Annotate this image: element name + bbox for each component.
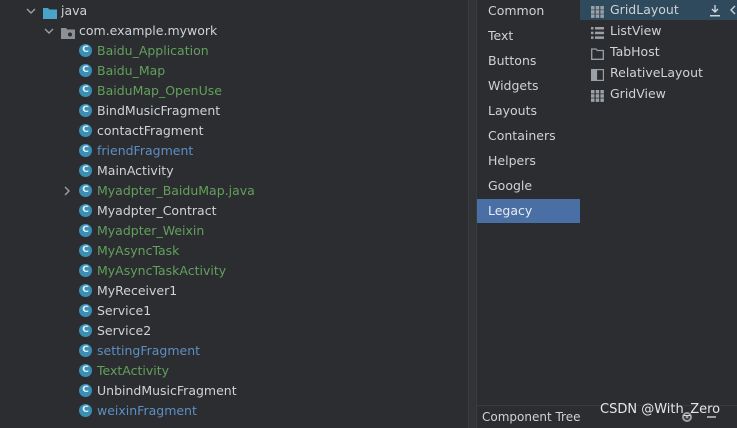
tree-row-class[interactable]: C UnbindMusicFragment (0, 381, 468, 401)
class-label: Baidu_Map (97, 63, 166, 78)
class-icon: C (79, 264, 92, 277)
class-icon: C (79, 104, 92, 117)
chevron-down-icon[interactable] (43, 25, 55, 37)
tree-row-class[interactable]: C Service1 (0, 301, 468, 321)
class-icon: C (79, 284, 92, 297)
category-buttons[interactable]: Buttons (477, 49, 580, 73)
class-icon: C (79, 384, 92, 397)
grid-layout-icon (591, 4, 604, 18)
palette-categories: Common Text Buttons Widgets Layouts Container… (477, 0, 580, 405)
tree-row-class[interactable]: C Baidu_Map (0, 61, 468, 81)
palette-item-gridview[interactable]: GridView (580, 84, 737, 104)
tree-row-class[interactable]: C BindMusicFragment (0, 101, 468, 121)
class-icon: C (79, 304, 92, 317)
folder-icon (43, 5, 57, 19)
palette-items: GridLayout ListView TabHost RelativeLayout G… (580, 0, 737, 405)
class-icon: C (79, 224, 92, 237)
tab-host-icon (591, 46, 604, 60)
chevron-right-icon[interactable] (61, 185, 73, 197)
class-label: TextActivity (97, 363, 170, 378)
tree-row-class[interactable]: C MyAsyncTask (0, 241, 468, 261)
class-icon: C (79, 64, 92, 77)
category-layouts[interactable]: Layouts (477, 99, 580, 123)
component-tree-label[interactable]: Component Tree (482, 410, 580, 424)
class-icon: C (79, 344, 92, 357)
relative-layout-icon (591, 67, 605, 82)
class-icon: C (79, 44, 92, 57)
tree-row-java-folder[interactable]: java (0, 1, 468, 21)
class-icon: C (79, 204, 92, 217)
class-label: Baidu_Application (97, 43, 209, 58)
category-legacy[interactable]: Legacy (477, 199, 580, 223)
project-tree-panel: java com.example.mywork C Baidu_Applicati… (0, 0, 468, 428)
category-google[interactable]: Google (477, 174, 580, 198)
java-folder-label: java (61, 3, 88, 18)
class-label: Myadpter_BaiduMap.java (97, 183, 255, 198)
palette-item-gridlayout[interactable]: GridLayout (580, 0, 737, 20)
class-label: settingFragment (97, 343, 201, 358)
class-label: Myadpter_Contract (97, 203, 217, 218)
class-icon: C (79, 164, 92, 177)
download-icon[interactable] (709, 3, 721, 17)
tree-row-class[interactable]: C Baidu_Application (0, 41, 468, 61)
palette-item-relativelayout[interactable]: RelativeLayout (580, 63, 737, 83)
tree-row-package[interactable]: com.example.mywork (0, 21, 468, 41)
tree-row-class[interactable]: CfriendFragment (0, 141, 468, 161)
class-icon: C (79, 364, 92, 377)
tree-row-class[interactable]: C TextActivity (0, 361, 468, 381)
palette-item-listview[interactable]: ListView (580, 21, 737, 41)
class-label: friendFragment (97, 143, 194, 158)
tree-row-class[interactable]: CweixinFragment (0, 401, 468, 421)
tree-row-class[interactable]: C BaiduMap_OpenUse (0, 81, 468, 101)
tree-row-class[interactable]: C Myadpter_Weixin (0, 221, 468, 241)
palette-item-label: TabHost (610, 44, 660, 59)
class-icon: C (79, 184, 92, 197)
class-label: Service1 (97, 303, 152, 318)
palette-item-label: GridLayout (610, 2, 679, 17)
tree-row-class[interactable]: C MyReceiver1 (0, 281, 468, 301)
grid-layout-icon (591, 88, 604, 102)
category-helpers[interactable]: Helpers (477, 149, 580, 173)
palette-item-label: ListView (610, 23, 662, 38)
category-widgets[interactable]: Widgets (477, 74, 580, 98)
class-label: BindMusicFragment (97, 103, 221, 118)
class-label: MyAsyncTask (97, 243, 180, 258)
tree-row-class[interactable]: CcontactFragment (0, 121, 468, 141)
tree-row-class[interactable]: CsettingFragment (0, 341, 468, 361)
category-common[interactable]: Common (477, 0, 580, 23)
tree-row-class[interactable]: C MainActivity (0, 161, 468, 181)
list-view-icon (591, 25, 604, 39)
class-label: Myadpter_Weixin (97, 223, 205, 238)
package-label: com.example.mywork (79, 23, 218, 38)
class-label: weixinFragment (97, 403, 197, 418)
class-icon: C (79, 324, 92, 337)
class-icon: C (79, 404, 92, 417)
class-icon: C (79, 244, 92, 257)
class-label: MainActivity (97, 163, 174, 178)
tree-row-class[interactable]: C Service2 (0, 321, 468, 341)
class-label: Service2 (97, 323, 152, 338)
class-label: UnbindMusicFragment (97, 383, 237, 398)
category-containers[interactable]: Containers (477, 124, 580, 148)
class-icon: C (79, 84, 92, 97)
class-label: BaiduMap_OpenUse (97, 83, 222, 98)
class-label: MyAsyncTaskActivity (97, 263, 227, 278)
tree-row-class[interactable]: C Myadpter_Contract (0, 201, 468, 221)
palette-item-tabhost[interactable]: TabHost (580, 42, 737, 62)
palette-item-label: GridView (610, 86, 666, 101)
tree-row-class[interactable]: C MyAsyncTaskActivity (0, 261, 468, 281)
class-icon: C (79, 144, 92, 157)
watermark: CSDN @With_Zero (600, 402, 721, 417)
collapse-chevron-icon[interactable] (728, 3, 737, 17)
class-icon: C (79, 124, 92, 137)
panel-divider[interactable] (468, 0, 477, 428)
package-icon (61, 25, 75, 39)
class-label: contactFragment (97, 123, 204, 138)
chevron-down-icon[interactable] (25, 5, 37, 17)
class-label: MyReceiver1 (97, 283, 178, 298)
category-text[interactable]: Text (477, 24, 580, 48)
tree-row-class[interactable]: C Myadpter_BaiduMap.java (0, 181, 468, 201)
palette-item-label: RelativeLayout (610, 65, 703, 80)
